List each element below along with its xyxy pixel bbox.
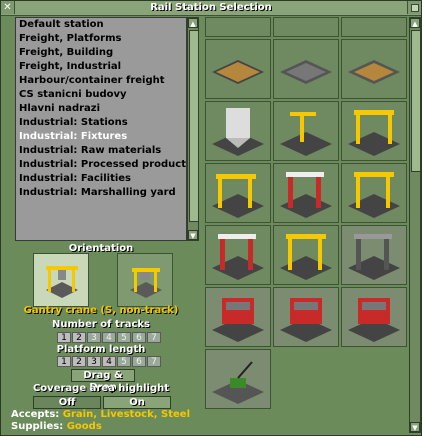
scroll-thumb[interactable] — [189, 30, 199, 222]
station-class-list[interactable]: Default station Freight, Platforms Freig… — [15, 17, 187, 241]
platform-option[interactable]: 2 — [72, 356, 86, 367]
track-icon — [212, 60, 264, 84]
list-item[interactable]: Freight, Industrial — [16, 60, 186, 74]
station-tile-crane[interactable] — [341, 101, 407, 161]
station-tile-gantry[interactable] — [273, 163, 339, 223]
list-item[interactable]: Industrial: Stations — [16, 116, 186, 130]
list-item[interactable]: Industrial: Marshalling yard — [16, 186, 186, 200]
coverage-on-button[interactable]: On — [103, 396, 171, 409]
supplies-label: Supplies: — [11, 421, 64, 432]
tracks-selector: 1 2 3 4 5 6 7 — [57, 332, 161, 343]
excavator-icon — [212, 361, 264, 404]
station-tile-gantry[interactable] — [341, 163, 407, 223]
accepts-line: Accepts: Grain, Livestock, Steel — [11, 409, 190, 420]
scroll-up-icon[interactable]: ▲ — [188, 18, 198, 28]
platform-length-label: Platform length — [56, 344, 146, 355]
list-item[interactable]: Industrial: Processed products — [16, 158, 186, 172]
platform-option[interactable]: 1 — [57, 356, 71, 367]
class-list-scrollbar[interactable]: ▲ ▼ — [187, 17, 199, 241]
station-tile-container-crane[interactable] — [273, 287, 339, 347]
platform-option[interactable]: 3 — [87, 356, 101, 367]
station-tile[interactable] — [341, 17, 407, 37]
container-crane-icon — [280, 298, 332, 342]
station-tile-crane[interactable] — [273, 101, 339, 161]
scroll-down-icon[interactable]: ▼ — [188, 230, 198, 240]
tracks-option[interactable]: 1 — [57, 332, 71, 343]
track-icon — [280, 60, 332, 84]
platform-option[interactable]: 7 — [147, 356, 161, 367]
platform-length-selector: 1 2 3 4 5 6 7 — [57, 356, 161, 367]
list-item[interactable]: Industrial: Facilities — [16, 172, 186, 186]
station-tile-gantry[interactable] — [205, 225, 271, 285]
list-item[interactable]: Freight, Platforms — [16, 32, 186, 46]
gantry-crane-icon — [212, 174, 264, 218]
station-tile-bare-track[interactable] — [273, 39, 339, 99]
scroll-down-icon[interactable]: ▼ — [410, 422, 420, 432]
container-crane-icon — [212, 298, 264, 342]
platform-option[interactable]: 4 — [102, 356, 116, 367]
accepts-label: Accepts: — [11, 409, 60, 420]
station-tile-bare-track[interactable] — [341, 39, 407, 99]
list-item[interactable]: Hlavni nadrazi — [16, 102, 186, 116]
list-item[interactable]: Harbour/container freight — [16, 74, 186, 88]
station-tile-excavator[interactable] — [205, 349, 271, 409]
scroll-up-icon[interactable]: ▲ — [410, 18, 420, 28]
gantry-crane-icon — [212, 234, 264, 280]
station-tile-gantry[interactable] — [273, 225, 339, 285]
close-icon[interactable]: ✕ — [1, 1, 15, 14]
silo-icon — [212, 108, 264, 156]
tracks-option[interactable]: 5 — [117, 332, 131, 343]
list-item-selected[interactable]: Industrial: Fixtures — [16, 130, 186, 144]
station-tile-container-crane[interactable] — [341, 287, 407, 347]
gantry-crane-icon — [130, 268, 162, 298]
station-tile-silo[interactable] — [205, 101, 271, 161]
list-item[interactable]: Freight, Building — [16, 46, 186, 60]
list-item[interactable]: Industrial: Raw materials — [16, 144, 186, 158]
accepts-value: Grain, Livestock, Steel — [62, 409, 191, 420]
coverage-off-button[interactable]: Off — [33, 396, 101, 409]
gantry-crane-icon — [348, 110, 400, 156]
station-name: Gantry crane (S, non-track) — [23, 305, 179, 316]
list-item[interactable]: CS stanicni budovy — [16, 88, 186, 102]
container-crane-icon — [348, 298, 400, 342]
station-tile-container-crane[interactable] — [205, 287, 271, 347]
coverage-label: Coverage area highlight — [32, 383, 170, 394]
window-title: Rail Station Selection — [150, 2, 272, 13]
tracks-option[interactable]: 4 — [102, 332, 116, 343]
sticky-icon[interactable] — [407, 1, 421, 14]
tracks-option[interactable]: 7 — [147, 332, 161, 343]
station-tile-gantry[interactable] — [341, 225, 407, 285]
station-tile-gantry[interactable] — [205, 163, 271, 223]
list-item[interactable]: Default station — [16, 18, 186, 32]
gantry-crane-icon — [348, 172, 400, 218]
orientation-east-button[interactable] — [117, 253, 173, 307]
rail-station-window: ✕ Rail Station Selection Default station… — [0, 0, 422, 436]
gantry-crane-icon — [46, 266, 78, 298]
tracks-option[interactable]: 6 — [132, 332, 146, 343]
gantry-crane-icon — [280, 234, 332, 280]
tracks-option[interactable]: 2 — [72, 332, 86, 343]
drag-drop-button[interactable]: Drag & Drop — [71, 369, 135, 393]
crane-icon — [280, 112, 332, 156]
supplies-value: Goods — [66, 421, 102, 432]
orientation-south-button[interactable] — [33, 253, 89, 307]
gantry-crane-icon — [280, 172, 332, 218]
gantry-crane-icon — [348, 234, 400, 280]
track-icon — [348, 60, 400, 84]
scroll-thumb[interactable] — [411, 30, 421, 172]
platform-option[interactable]: 6 — [132, 356, 146, 367]
station-tile[interactable] — [205, 17, 271, 37]
tracks-option[interactable]: 3 — [87, 332, 101, 343]
platform-option[interactable]: 5 — [117, 356, 131, 367]
supplies-line: Supplies: Goods — [11, 421, 102, 432]
tracks-label: Number of tracks — [52, 319, 150, 330]
station-tile-bare-track[interactable] — [205, 39, 271, 99]
station-grid-scrollbar[interactable]: ▲ ▼ — [409, 17, 421, 433]
station-tile[interactable] — [273, 17, 339, 37]
title-bar[interactable]: ✕ Rail Station Selection — [1, 1, 421, 16]
station-type-grid — [205, 17, 409, 433]
